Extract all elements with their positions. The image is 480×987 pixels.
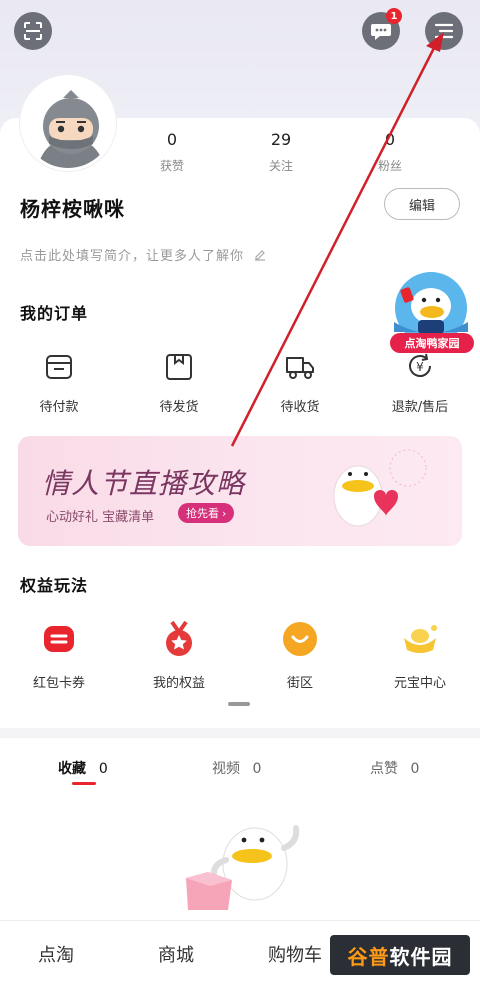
promo-banner[interactable]: 情人节直播攻略 心动好礼 宝藏清单 抢先看 › — [18, 436, 462, 546]
chevron-right-icon: › — [222, 506, 227, 520]
message-badge: 1 — [386, 8, 402, 24]
message-icon — [371, 24, 391, 40]
order-label: 待付款 — [39, 400, 79, 415]
stat-followers[interactable]: 0 粉丝 — [355, 130, 425, 174]
tab-likes-label: 点赞 — [370, 761, 398, 777]
menu-icon — [434, 23, 454, 39]
benefit-my-rights[interactable]: 我的权益 — [134, 620, 224, 691]
content-tabs-panel: 收藏 0 视频 0 点赞 0 — [0, 738, 480, 920]
duck-heart-illustration — [333, 449, 427, 527]
benefit-label: 我的权益 — [152, 676, 205, 691]
tab-videos-count: 0 — [252, 761, 262, 777]
watermark-part2: 软件园 — [389, 944, 453, 969]
tab-favorites[interactable]: 收藏 0 — [58, 758, 108, 778]
benefits-title: 权益玩法 — [20, 576, 89, 595]
banner-cta-button[interactable]: 抢先看 › — [178, 503, 235, 523]
stat-followers-value: 0 — [384, 130, 396, 149]
nav-cart[interactable]: 购物车 — [268, 941, 322, 967]
scan-button[interactable] — [14, 12, 52, 50]
bio-field[interactable]: 点击此处填写简介，让更多人了解你 — [20, 245, 267, 264]
order-refund[interactable]: ¥ 退款/售后 — [375, 350, 465, 415]
stat-following-value: 29 — [270, 130, 292, 149]
duck-home-label: 点淘鸭家园 — [390, 333, 474, 353]
carousel-indicator — [228, 702, 250, 706]
edit-pencil-icon — [255, 250, 266, 261]
stat-following-label: 关注 — [268, 159, 293, 173]
order-label: 待收货 — [280, 400, 320, 415]
tab-favorites-count: 0 — [98, 761, 108, 777]
wallet-icon — [46, 355, 72, 379]
watermark-part1: 谷普 — [347, 944, 390, 969]
empty-duck-illustration — [186, 825, 300, 910]
tab-favorites-label: 收藏 — [58, 761, 86, 777]
truck-icon — [286, 357, 314, 379]
order-pending-receipt[interactable]: 待收货 — [255, 350, 345, 415]
tab-videos[interactable]: 视频 0 — [212, 758, 261, 778]
nav-mall[interactable]: 商城 — [158, 941, 194, 967]
active-tab-underline — [72, 782, 96, 785]
stat-followers-label: 粉丝 — [377, 159, 402, 173]
red-packet-icon — [44, 626, 74, 652]
tab-videos-label: 视频 — [212, 761, 240, 777]
banner-title: 情人节直播攻略 — [42, 467, 246, 500]
avatar[interactable] — [20, 75, 116, 171]
order-label: 待发货 — [159, 400, 199, 415]
banner-subtitle: 心动好礼 宝藏清单 — [46, 510, 155, 525]
benefit-label: 元宝中心 — [393, 676, 446, 691]
edit-profile-button[interactable]: 编辑 — [384, 188, 460, 220]
stat-likes-label: 获赞 — [159, 159, 184, 173]
svg-text:¥: ¥ — [416, 360, 424, 374]
bio-placeholder: 点击此处填写简介，让更多人了解你 — [20, 249, 245, 264]
package-icon — [166, 354, 192, 380]
tab-likes-count: 0 — [410, 761, 420, 777]
tab-likes[interactable]: 点赞 0 — [370, 758, 419, 778]
stat-following[interactable]: 29 关注 — [246, 130, 316, 174]
medal-icon — [166, 620, 192, 656]
username: 杨梓桉啾咪 — [20, 197, 125, 221]
order-pending-shipment[interactable]: 待发货 — [134, 350, 224, 415]
scan-icon — [24, 22, 42, 40]
duck-home-entry[interactable]: 点淘鸭家园 — [388, 270, 474, 356]
orders-title: 我的订单 — [20, 304, 89, 323]
nav-diantao[interactable]: 点淘 — [38, 941, 74, 967]
menu-button[interactable] — [425, 12, 463, 50]
benefit-red-packet[interactable]: 红包卡券 — [14, 620, 104, 691]
order-label: 退款/售后 — [391, 400, 449, 415]
benefit-label: 红包卡券 — [32, 676, 85, 691]
stat-likes-value: 0 — [166, 130, 178, 149]
watermark-logo: 谷普 软件园 — [330, 935, 470, 975]
ingot-icon — [404, 625, 437, 653]
banner-cta-label: 抢先看 — [186, 507, 219, 520]
order-pending-payment[interactable]: 待付款 — [14, 350, 104, 415]
benefit-ingot-center[interactable]: 元宝中心 — [375, 620, 465, 691]
benefit-label: 街区 — [286, 676, 313, 691]
chat-bubble-icon — [283, 622, 317, 656]
stat-likes[interactable]: 0 获赞 — [137, 130, 207, 174]
benefit-block[interactable]: 街区 — [255, 620, 345, 691]
